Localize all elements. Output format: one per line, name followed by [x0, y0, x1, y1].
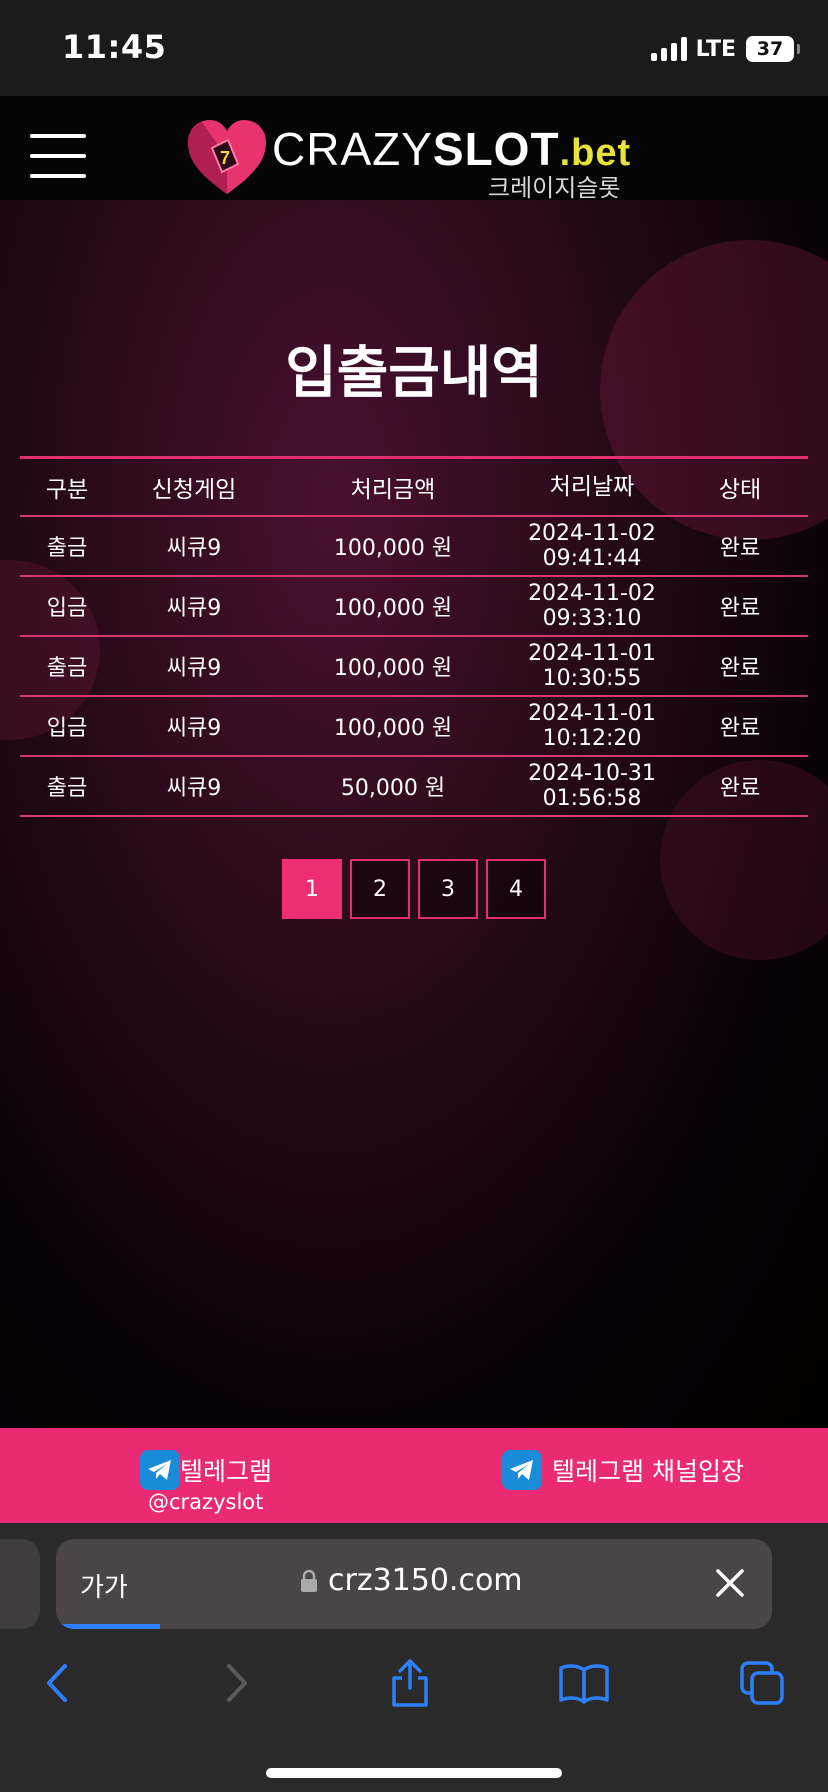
cell-date: 2024-11-01 [528, 641, 656, 666]
book-icon [559, 1664, 609, 1704]
cell-time: 10:30:55 [542, 666, 642, 691]
table-row: 출금 씨큐9 50,000 원 2024-10-31 01:56:58 완료 [20, 757, 808, 817]
cell-game: 씨큐9 [166, 596, 222, 621]
cell-type: 출금 [46, 656, 88, 681]
column-header: 신청게임 [151, 477, 237, 503]
cell-game: 씨큐9 [166, 716, 222, 741]
status-time: 11:45 [62, 28, 167, 66]
network-type: LTE [695, 36, 736, 62]
cell-status: 완료 [719, 716, 761, 741]
cell-time: 09:41:44 [542, 546, 642, 571]
cell-date: 2024-11-01 [528, 701, 656, 726]
table-row: 출금 씨큐9 100,000 원 2024-11-01 10:30:55 완료 [20, 637, 808, 697]
cell-type: 입금 [46, 716, 88, 741]
url-text: crz3150.com [328, 1563, 523, 1598]
home-indicator [266, 1768, 562, 1778]
cell-datetime: 2024-11-02 09:41:44 [512, 521, 672, 571]
telegram-bar: 텔레그램 @crazyslot 텔레그램 채널입장 [0, 1428, 828, 1523]
screen: 11:45 LTE 37 7 CRAZYSLOT.bet 크레이지슬롯 입출금내… [0, 0, 828, 1792]
page-title: 입출금내역 [285, 341, 543, 406]
url-display[interactable]: crz3150.com [300, 1563, 523, 1598]
tabs-icon [740, 1661, 784, 1705]
telegram-handle: @crazyslot [148, 1490, 264, 1514]
telegram-channel-label: 텔레그램 채널입장 [552, 1457, 744, 1486]
bookmarks-button[interactable] [554, 1653, 614, 1713]
signal-icon [650, 37, 687, 61]
logo-crazy: CRAZY [272, 123, 433, 175]
cell-type: 출금 [46, 776, 88, 801]
close-icon[interactable] [714, 1567, 746, 1599]
pagination: 1 2 3 4 [282, 859, 546, 919]
page-load-progress [56, 1624, 160, 1629]
browser-toolbar: 가가 crz3150.com [0, 1523, 828, 1792]
column-header: 처리날짜 [549, 473, 635, 500]
telegram-channel-link[interactable]: 텔레그램 채널입장 [502, 1450, 744, 1490]
cell-datetime: 2024-11-01 10:12:20 [512, 701, 672, 751]
heart-logo-icon: 7 [188, 120, 266, 194]
cell-game: 씨큐9 [166, 536, 222, 561]
table-header-row: 구분 신청게임 처리금액 처리날짜 상태 [20, 459, 808, 517]
cell-date: 2024-10-31 [528, 761, 656, 786]
page-button-1[interactable]: 1 [282, 859, 342, 919]
telegram-icon [140, 1450, 180, 1490]
page-button-4[interactable]: 4 [486, 859, 546, 919]
cell-game: 씨큐9 [166, 656, 222, 681]
share-icon [392, 1659, 428, 1707]
cell-game: 씨큐9 [166, 776, 222, 801]
cell-datetime: 2024-10-31 01:56:58 [512, 761, 672, 811]
chevron-left-icon [47, 1664, 67, 1702]
cell-amount: 100,000 원 [333, 596, 453, 621]
back-button[interactable] [28, 1653, 88, 1713]
cell-time: 10:12:20 [542, 726, 642, 751]
cell-amount: 100,000 원 [333, 716, 453, 741]
cell-amount: 100,000 원 [333, 656, 453, 681]
cell-datetime: 2024-11-01 10:30:55 [512, 641, 672, 691]
previous-tab-peek[interactable] [0, 1539, 40, 1629]
cell-type: 출금 [46, 536, 88, 561]
cell-type: 입금 [46, 596, 88, 621]
site-logo[interactable]: 7 CRAZYSLOT.bet 크레이지슬롯 [186, 118, 646, 202]
svg-text:7: 7 [220, 148, 230, 168]
cell-status: 완료 [719, 536, 761, 561]
telegram-label: 텔레그램 [180, 1457, 273, 1486]
cell-time: 01:56:58 [542, 786, 642, 811]
cell-status: 완료 [719, 776, 761, 801]
lock-icon [301, 1569, 317, 1592]
status-indicators: LTE 37 [650, 34, 800, 64]
status-bar: 11:45 LTE 37 [0, 0, 828, 96]
table-row: 입금 씨큐9 100,000 원 2024-11-02 09:33:10 완료 [20, 577, 808, 637]
logo-subtitle: 크레이지슬롯 [488, 174, 621, 202]
cell-amount: 100,000 원 [333, 536, 453, 561]
column-header: 구분 [45, 477, 89, 503]
page-button-2[interactable]: 2 [350, 859, 410, 919]
address-bar[interactable]: 가가 crz3150.com [56, 1539, 772, 1629]
cell-datetime: 2024-11-02 09:33:10 [512, 581, 672, 631]
site-header: 7 CRAZYSLOT.bet 크레이지슬롯 [0, 96, 828, 202]
cell-date: 2024-11-02 [528, 521, 656, 546]
share-button[interactable] [380, 1653, 440, 1713]
cell-time: 09:33:10 [542, 606, 642, 631]
page-settings-button[interactable]: 가가 [80, 1567, 128, 1604]
page-button-3[interactable]: 3 [418, 859, 478, 919]
chevron-right-icon [227, 1664, 247, 1702]
table-row: 입금 씨큐9 100,000 원 2024-11-01 10:12:20 완료 [20, 697, 808, 757]
telegram-contact-link[interactable]: 텔레그램 @crazyslot [140, 1450, 340, 1514]
forward-button[interactable] [206, 1653, 266, 1713]
browser-nav-row [0, 1653, 828, 1713]
tabs-button[interactable] [732, 1653, 792, 1713]
battery-icon: 37 [746, 36, 800, 62]
cell-status: 완료 [719, 596, 761, 621]
hamburger-menu-icon[interactable] [30, 132, 86, 180]
cell-date: 2024-11-02 [528, 581, 656, 606]
cell-status: 완료 [719, 656, 761, 681]
transaction-table: 구분 신청게임 처리금액 처리날짜 상태 출금 씨큐9 100,000 원 20… [20, 456, 808, 817]
telegram-icon [502, 1450, 542, 1490]
column-header: 처리금액 [350, 477, 436, 503]
battery-level: 37 [756, 38, 784, 60]
main-content: 입출금내역 구분 신청게임 처리금액 처리날짜 상태 출금 씨큐9 100,00… [0, 200, 828, 1428]
column-header: 상태 [718, 477, 762, 503]
table-row: 출금 씨큐9 100,000 원 2024-11-02 09:41:44 완료 [20, 517, 808, 577]
cell-amount: 50,000 원 [340, 776, 446, 801]
